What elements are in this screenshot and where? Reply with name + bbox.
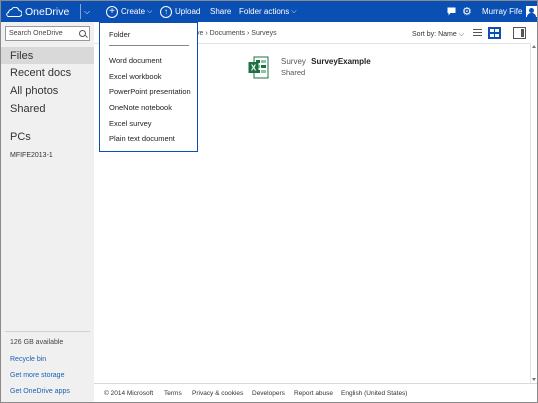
breadcrumb-item[interactable]: Documents <box>210 30 245 37</box>
storage-available: 126 GB available <box>10 339 64 346</box>
upload-label: Upload <box>175 7 201 16</box>
chevron-down-icon: ⌵ <box>291 7 297 15</box>
get-apps-link[interactable]: Get OneDrive apps <box>10 388 70 395</box>
menu-item-excel-survey[interactable]: Excel survey <box>109 119 152 128</box>
footer-link-language[interactable]: English (United States) <box>341 390 407 397</box>
sidebar: Search OneDrive Files Recent docs All ph… <box>1 22 94 402</box>
footer-link-terms[interactable]: Terms <box>164 390 182 397</box>
breadcrumb: ve › Documents › Surveys <box>196 30 277 37</box>
menu-divider <box>109 45 189 46</box>
cloud-icon <box>6 6 22 17</box>
tiles-icon <box>490 29 494 32</box>
menu-item-powerpoint[interactable]: PowerPoint presentation <box>109 87 191 96</box>
gear-icon: ⚙ <box>462 6 472 18</box>
upload-icon: ↑ <box>160 5 172 18</box>
app-title: OneDrive <box>25 5 70 18</box>
top-bar: OneDrive ⌵ + Create ⌵ ↑ Upload Share Fol… <box>1 1 538 22</box>
file-prefix: Survey <box>281 57 306 66</box>
create-button[interactable]: + Create ⌵ <box>100 1 154 22</box>
tiles-icon <box>490 34 494 37</box>
sidebar-item-files[interactable]: Files <box>10 50 33 62</box>
menu-item-word-document[interactable]: Word document <box>109 56 162 65</box>
footer-link-privacy[interactable]: Privacy & cookies <box>192 390 243 397</box>
excel-file-icon[interactable]: X <box>248 56 269 79</box>
chat-icon <box>447 7 456 16</box>
get-more-storage-link[interactable]: Get more storage <box>10 372 64 379</box>
list-icon <box>473 32 482 33</box>
file-name: SurveyExample <box>311 57 371 66</box>
scrollbar[interactable] <box>530 43 537 383</box>
notifications-button[interactable] <box>447 1 456 22</box>
folder-actions-label: Folder actions <box>239 7 290 16</box>
create-label: Create <box>121 7 146 16</box>
avatar <box>526 6 538 17</box>
scroll-up-icon[interactable] <box>532 45 536 48</box>
list-icon <box>473 29 482 30</box>
menu-item-plain-text[interactable]: Plain text document <box>109 134 175 143</box>
sort-dropdown[interactable]: Sort by: Name ⌵ <box>412 31 464 39</box>
menu-item-onenote[interactable]: OneNote notebook <box>109 103 172 112</box>
app-switcher-button[interactable]: ⌵ <box>84 1 90 22</box>
search-placeholder: Search OneDrive <box>9 30 63 37</box>
upload-button[interactable]: ↑ Upload <box>160 1 200 22</box>
user-name: Murray Fife <box>482 7 523 16</box>
footer-link-developers[interactable]: Developers <box>252 390 285 397</box>
divider <box>94 383 537 384</box>
file-status: Shared <box>281 68 306 77</box>
scroll-down-icon[interactable] <box>532 378 536 381</box>
folder-actions-button[interactable]: Folder actions ⌵ <box>239 1 297 22</box>
menu-item-folder[interactable]: Folder <box>109 30 130 39</box>
sidebar-item-recent-docs[interactable]: Recent docs <box>10 67 71 79</box>
list-view-button[interactable] <box>471 27 484 39</box>
file-item[interactable]: Survey SurveyExample <box>281 57 371 66</box>
menu-item-excel-workbook[interactable]: Excel workbook <box>109 72 162 81</box>
share-button[interactable]: Share <box>210 1 231 22</box>
sort-label: Sort by: Name <box>412 31 457 38</box>
pcs-heading[interactable]: PCs <box>10 131 31 143</box>
svg-text:X: X <box>251 64 257 73</box>
list-icon <box>473 35 482 36</box>
copyright: © 2014 Microsoft <box>104 390 154 397</box>
search-icon[interactable] <box>79 30 86 37</box>
details-pane-button[interactable] <box>513 27 526 39</box>
sidebar-item-pc[interactable]: MFIFE2013-1 <box>10 152 53 159</box>
divider <box>80 4 81 19</box>
chevron-down-icon: ⌵ <box>458 31 465 38</box>
onedrive-logo[interactable]: OneDrive <box>5 1 69 22</box>
create-menu: Folder Word document Excel workbook Powe… <box>99 22 198 152</box>
sidebar-item-all-photos[interactable]: All photos <box>10 85 58 97</box>
chevron-down-icon: ⌵ <box>147 7 153 15</box>
recycle-bin-link[interactable]: Recycle bin <box>10 356 46 363</box>
tiles-icon <box>495 34 499 37</box>
tiles-view-button[interactable] <box>488 27 501 39</box>
plus-icon: + <box>106 5 118 18</box>
footer-link-report-abuse[interactable]: Report abuse <box>294 390 333 397</box>
sidebar-item-shared[interactable]: Shared <box>10 103 45 115</box>
settings-button[interactable]: ⚙ <box>462 1 472 22</box>
search-input[interactable]: Search OneDrive <box>5 26 90 41</box>
share-label: Share <box>210 7 232 16</box>
tiles-icon <box>495 29 499 32</box>
chevron-down-icon: ⌵ <box>84 6 91 16</box>
breadcrumb-current: Surveys <box>251 30 277 37</box>
user-menu[interactable]: Murray Fife <box>482 1 538 22</box>
divider <box>5 331 90 332</box>
